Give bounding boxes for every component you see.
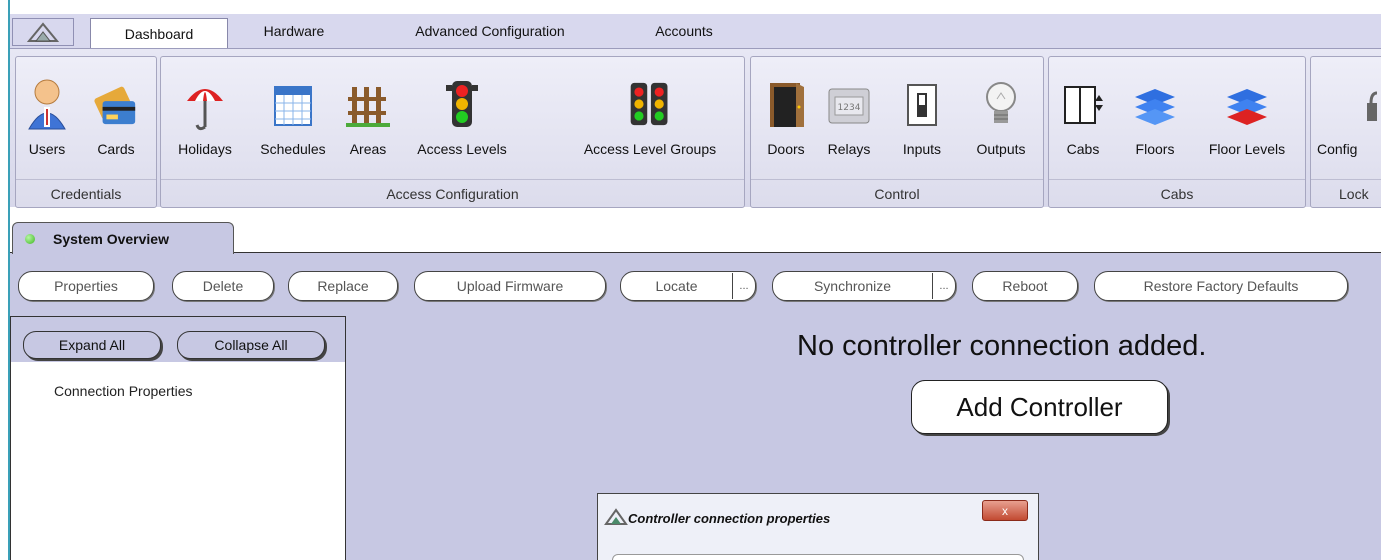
floor-levels-label: Floor Levels: [1208, 141, 1286, 157]
relay-icon: 1234: [826, 77, 872, 131]
tab-advanced-configuration[interactable]: Advanced Configuration: [372, 18, 608, 44]
group-label-cabs: Cabs: [1049, 179, 1305, 207]
areas-button[interactable]: Areas: [341, 57, 395, 157]
expand-all-button[interactable]: Expand All: [23, 331, 161, 359]
ribbon-group-cabs: Cabs Floors Floor Levels Cabs: [1048, 56, 1306, 208]
floor-levels-icon: [1224, 77, 1270, 131]
tab-system-overview[interactable]: System Overview: [12, 222, 234, 254]
left-panel: Expand All Collapse All Connection Prope…: [10, 316, 346, 560]
app-menu-button[interactable]: [12, 18, 74, 46]
door-icon: [763, 77, 809, 131]
relays-button[interactable]: 1234 Relays: [815, 57, 883, 157]
reboot-button[interactable]: Reboot: [972, 271, 1078, 301]
inputs-button[interactable]: Inputs: [891, 57, 953, 157]
calendar-icon: [270, 77, 316, 131]
ribbon-group-credentials: Users Cards Credentials: [15, 56, 157, 208]
properties-button[interactable]: Properties: [18, 271, 154, 301]
doors-button[interactable]: Doors: [757, 57, 815, 157]
upload-firmware-button[interactable]: Upload Firmware: [414, 271, 606, 301]
access-level-groups-label: Access Level Groups: [583, 141, 717, 157]
tab-accounts[interactable]: Accounts: [632, 18, 736, 44]
ribbon-group-access-configuration: Holidays Schedules Areas Access Levels A…: [160, 56, 745, 208]
traffic-lights-group-icon: [627, 77, 673, 131]
tab-dashboard[interactable]: Dashboard: [90, 18, 228, 49]
restore-factory-defaults-button[interactable]: Restore Factory Defaults: [1094, 271, 1348, 301]
dialog-content-box: [612, 554, 1024, 560]
restore-factory-defaults-label: Restore Factory Defaults: [1143, 278, 1299, 294]
users-button[interactable]: Users: [18, 57, 76, 157]
synchronize-more-button[interactable]: ...: [932, 273, 955, 299]
group-label-access-configuration: Access Configuration: [161, 179, 744, 207]
status-dot-icon: [25, 233, 35, 244]
group-label-credentials: Credentials: [16, 179, 156, 207]
tree-item-connection-properties[interactable]: Connection Properties: [54, 383, 193, 399]
app-logo-icon: [26, 22, 60, 42]
group-label-control: Control: [751, 179, 1043, 207]
switch-icon: [899, 77, 945, 131]
reboot-label: Reboot: [1002, 278, 1048, 294]
synchronize-label: Synchronize: [813, 278, 892, 294]
ribbon-group-lock: Config Lock: [1310, 56, 1381, 208]
schedules-label: Schedules: [260, 141, 326, 157]
add-controller-button[interactable]: Add Controller: [911, 380, 1168, 434]
inputs-label: Inputs: [902, 141, 942, 157]
access-levels-button[interactable]: Access Levels: [397, 57, 527, 157]
delete-button[interactable]: Delete: [172, 271, 274, 301]
traffic-light-icon: [439, 77, 485, 131]
lock-icon: [1317, 77, 1377, 131]
elevator-icon: [1060, 77, 1106, 131]
locate-button[interactable]: Locate ...: [620, 271, 756, 301]
collapse-all-button[interactable]: Collapse All: [177, 331, 325, 359]
tab-hardware[interactable]: Hardware: [240, 18, 348, 44]
cards-label: Cards: [97, 141, 135, 157]
upload-firmware-label: Upload Firmware: [456, 278, 564, 294]
holidays-button[interactable]: Holidays: [165, 57, 245, 157]
outputs-label: Outputs: [976, 141, 1026, 157]
light-bulb-icon: [978, 77, 1024, 131]
areas-label: Areas: [349, 141, 387, 157]
dialog-title: Controller connection properties: [628, 511, 831, 526]
cards-icon: [93, 77, 139, 131]
dialog-logo-icon: [604, 508, 628, 525]
svg-text:1234: 1234: [838, 103, 861, 113]
access-level-groups-button[interactable]: Access Level Groups: [559, 57, 741, 157]
floors-button[interactable]: Floors: [1123, 57, 1187, 157]
delete-label: Delete: [202, 278, 244, 294]
locate-label: Locate: [655, 278, 698, 294]
umbrella-icon: [182, 77, 228, 131]
floor-levels-button[interactable]: Floor Levels: [1191, 57, 1303, 157]
synchronize-button[interactable]: Synchronize ...: [772, 271, 956, 301]
schedules-button[interactable]: Schedules: [247, 57, 339, 157]
app-window: Dashboard Hardware Advanced Configuratio…: [0, 0, 1381, 560]
replace-label: Replace: [317, 278, 369, 294]
holidays-label: Holidays: [178, 141, 232, 157]
properties-label: Properties: [54, 278, 118, 294]
system-overview-title: System Overview: [53, 230, 169, 247]
locate-more-button[interactable]: ...: [732, 273, 755, 299]
users-label: Users: [28, 141, 66, 157]
relays-label: Relays: [827, 141, 871, 157]
config-label: Config: [1317, 141, 1358, 157]
dialog-close-button[interactable]: x: [982, 500, 1028, 521]
fence-icon: [345, 77, 391, 131]
floors-icon: [1132, 77, 1178, 131]
doors-label: Doors: [767, 141, 805, 157]
cabs-button[interactable]: Cabs: [1051, 57, 1115, 157]
cards-button[interactable]: Cards: [78, 57, 154, 157]
floors-label: Floors: [1135, 141, 1175, 157]
config-button[interactable]: Config: [1317, 57, 1377, 157]
outputs-button[interactable]: Outputs: [961, 57, 1041, 157]
cabs-label: Cabs: [1066, 141, 1100, 157]
replace-button[interactable]: Replace: [288, 271, 398, 301]
ribbon-group-control: Doors 1234 Relays Inputs Outputs Control: [750, 56, 1044, 208]
controller-connection-dialog: Controller connection properties x: [597, 493, 1039, 560]
user-icon: [24, 77, 70, 131]
access-levels-label: Access Levels: [417, 141, 507, 157]
group-label-lock: Lock: [1311, 179, 1381, 207]
empty-state-message: No controller connection added.: [797, 330, 1207, 362]
